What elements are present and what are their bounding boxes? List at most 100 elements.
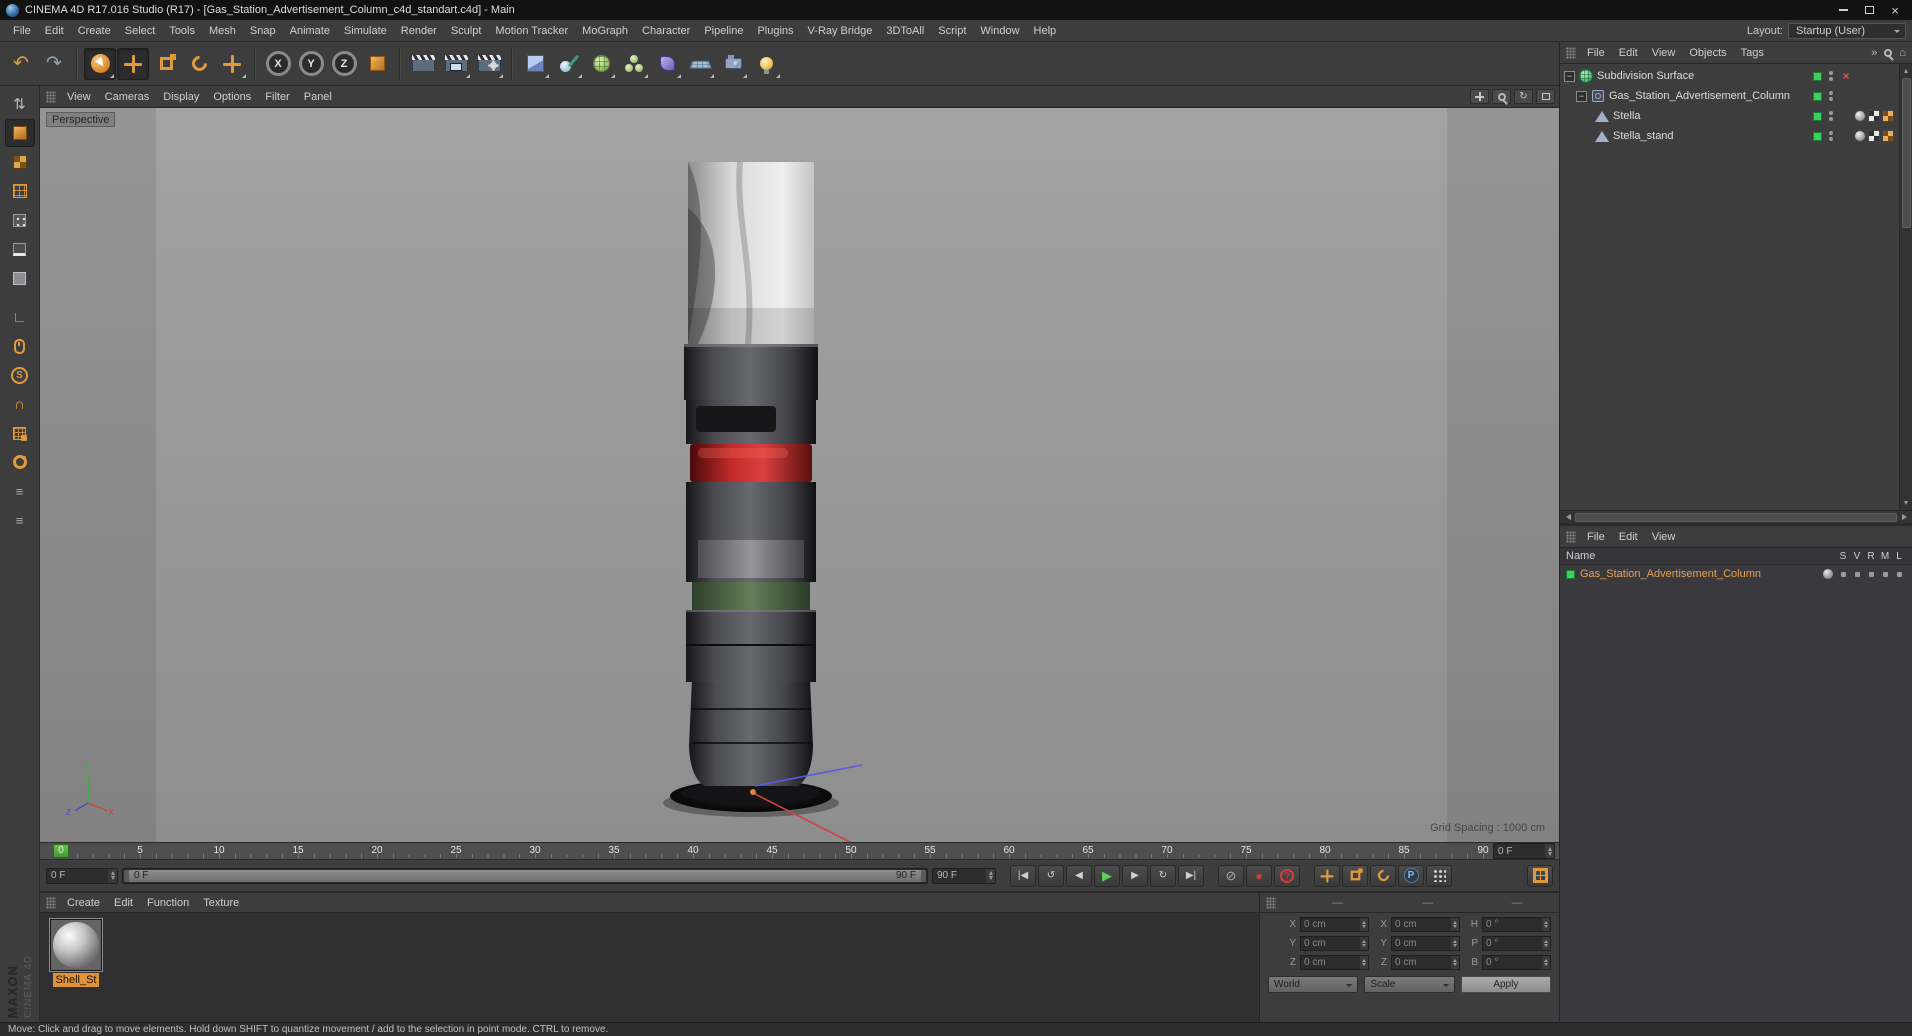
keyframe-selection-button[interactable]: ⊘	[1218, 864, 1244, 887]
frame-stepper[interactable]	[1545, 844, 1554, 858]
viewport-menu-filter[interactable]: Filter	[258, 91, 296, 103]
transform-mode-dropdown[interactable]: Scale	[1364, 976, 1455, 993]
tweak-mode-button[interactable]	[5, 332, 35, 360]
range-end-value[interactable]: 90 F	[933, 870, 986, 881]
panel-grip-icon[interactable]	[46, 896, 56, 909]
object-label[interactable]: Stella	[1613, 110, 1641, 122]
menu-sculpt[interactable]: Sculpt	[444, 25, 489, 37]
scroll-left-button[interactable]	[1560, 511, 1573, 523]
redo-button[interactable]: ↷	[38, 48, 70, 80]
timeline-layout-button[interactable]	[1527, 864, 1553, 887]
menu-motion-tracker[interactable]: Motion Tracker	[488, 25, 575, 37]
apply-button[interactable]: Apply	[1460, 976, 1551, 993]
menu-help[interactable]: Help	[1027, 25, 1064, 37]
light-button[interactable]	[750, 48, 782, 80]
key-rotation-toggle[interactable]	[1370, 864, 1396, 887]
generator-disabled-icon[interactable]: ×	[1842, 69, 1849, 83]
phong-tag-icon[interactable]	[1854, 130, 1866, 142]
menu-simulate[interactable]: Simulate	[337, 25, 394, 37]
menu-tools[interactable]: Tools	[162, 25, 202, 37]
spline-pen-button[interactable]	[552, 48, 584, 80]
render-toggle[interactable]	[1868, 571, 1874, 577]
search-icon[interactable]	[1884, 48, 1893, 57]
rotation-column-header[interactable]: —	[1483, 897, 1551, 909]
menu-character[interactable]: Character	[635, 25, 697, 37]
quantize-button[interactable]	[5, 448, 35, 476]
viewport-menu-view[interactable]: View	[60, 91, 98, 103]
coordinate-space-dropdown[interactable]: World	[1268, 976, 1359, 993]
menu-select[interactable]: Select	[118, 25, 163, 37]
key-pla-toggle[interactable]	[1426, 864, 1452, 887]
render-column-header[interactable]: R	[1867, 551, 1874, 562]
render-view-button[interactable]	[407, 48, 439, 80]
model-mode-button[interactable]	[4, 119, 35, 147]
texture-tag-icon[interactable]	[1882, 110, 1894, 122]
menu-script[interactable]: Script	[931, 25, 973, 37]
range-end-field[interactable]: 90 F	[932, 867, 996, 884]
view-toggle[interactable]	[1854, 571, 1860, 577]
maximize-button[interactable]	[1856, 2, 1882, 18]
lm-menu-file[interactable]: File	[1580, 531, 1612, 543]
menu-render[interactable]: Render	[394, 25, 444, 37]
viewport-menu-cameras[interactable]: Cameras	[98, 91, 157, 103]
object-label[interactable]: Subdivision Surface	[1597, 70, 1694, 82]
rot-h-field[interactable]: 0 °	[1482, 917, 1551, 932]
undo-button[interactable]: ↶	[5, 48, 37, 80]
tree-row-stella[interactable]: Stella	[1560, 106, 1899, 126]
menu-pipeline[interactable]: Pipeline	[697, 25, 750, 37]
layer-color-chip[interactable]	[1812, 131, 1822, 141]
vertical-scroll-thumb[interactable]	[1901, 78, 1911, 228]
scroll-up-button[interactable]	[1900, 64, 1912, 76]
visibility-dots-icon[interactable]	[1829, 131, 1833, 141]
material-name-label[interactable]: Shell_St	[52, 973, 100, 987]
layer-name[interactable]: Gas_Station_Advertisement_Column	[1580, 568, 1761, 580]
object-label[interactable]: Stella_stand	[1613, 130, 1674, 142]
range-start-value[interactable]: 0 F	[47, 870, 108, 881]
field-stepper[interactable]	[1542, 956, 1550, 969]
managers-column-header[interactable]: M	[1881, 551, 1889, 562]
scroll-down-button[interactable]	[1900, 498, 1912, 510]
size-y-field[interactable]: 0 cm	[1391, 936, 1460, 951]
om-menu-view[interactable]: View	[1645, 47, 1683, 59]
visibility-dots-icon[interactable]	[1829, 91, 1833, 101]
menu-plugins[interactable]: Plugins	[750, 25, 800, 37]
coordinate-system-button[interactable]	[361, 48, 393, 80]
scale-tool-button[interactable]	[150, 48, 182, 80]
camera-button[interactable]	[717, 48, 749, 80]
om-menu-objects[interactable]: Objects	[1682, 47, 1733, 59]
object-manager-horizontal-scrollbar[interactable]	[1560, 510, 1912, 523]
view-pan-button[interactable]	[1470, 89, 1489, 104]
texture-tag-icon[interactable]	[1882, 130, 1894, 142]
menu-mograph[interactable]: MoGraph	[575, 25, 635, 37]
scroll-right-button[interactable]	[1899, 511, 1912, 523]
current-frame-value[interactable]: 0 F	[1494, 846, 1545, 857]
material-menu-edit[interactable]: Edit	[107, 897, 140, 909]
menu-create[interactable]: Create	[71, 25, 118, 37]
viewport-menu-options[interactable]: Options	[206, 91, 258, 103]
menu-window[interactable]: Window	[973, 25, 1026, 37]
key-position-toggle[interactable]	[1314, 864, 1340, 887]
goto-start-button[interactable]: |◀	[1010, 864, 1036, 887]
uvw-tag-icon[interactable]	[1868, 130, 1880, 142]
field-stepper[interactable]	[1360, 956, 1368, 969]
edges-mode-button[interactable]	[5, 235, 35, 263]
menu-3dtoall[interactable]: 3DToAll	[879, 25, 931, 37]
om-menu-tags[interactable]: Tags	[1734, 47, 1771, 59]
primitive-cube-button[interactable]	[519, 48, 551, 80]
material-list[interactable]: Shell_St	[40, 913, 1259, 1022]
field-stepper[interactable]	[1451, 918, 1459, 931]
lock-column-header[interactable]: L	[1896, 551, 1902, 562]
key-parameter-toggle[interactable]: P	[1398, 864, 1424, 887]
material-menu-texture[interactable]: Texture	[196, 897, 246, 909]
preview-range-slider[interactable]: 0 F 90 F	[122, 867, 928, 884]
viewport-menu-panel[interactable]: Panel	[297, 91, 339, 103]
view-column-header[interactable]: V	[1854, 551, 1861, 562]
field-stepper[interactable]	[1542, 937, 1550, 950]
range-start-stepper[interactable]	[108, 868, 117, 883]
view-toggle-button[interactable]	[1536, 89, 1555, 104]
menu-animate[interactable]: Animate	[283, 25, 337, 37]
managers-toggle[interactable]	[1882, 571, 1888, 577]
next-frame-button[interactable]: ▶	[1122, 864, 1148, 887]
move-tool-button[interactable]	[117, 47, 149, 80]
enable-snap-button[interactable]: ∩	[5, 390, 35, 418]
